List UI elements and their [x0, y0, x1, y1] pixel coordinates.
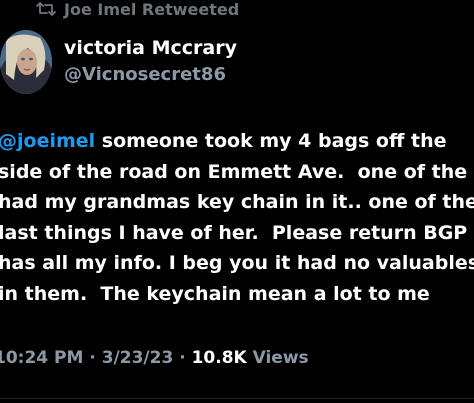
tweet-line-5: has all my info. I beg you it had no val…: [0, 252, 474, 274]
avatar[interactable]: [0, 30, 52, 94]
retweet-header[interactable]: Joe Imel Retweeted: [36, 0, 239, 21]
retweet-icon: [36, 0, 56, 18]
views-count[interactable]: 10.8K: [192, 348, 247, 368]
tweet-line-2: side of the road on Emmett Ave. one of t…: [0, 160, 468, 183]
author-info[interactable]: victoria Mccrary @Vicnosecret86: [64, 37, 237, 86]
author-handle[interactable]: @Vicnosecret86: [64, 64, 237, 86]
meta-separator: ·: [173, 348, 192, 368]
tweet-time[interactable]: 10:24 PM: [0, 348, 83, 368]
tweet-text: @joeimel someone took my 4 bags off the …: [0, 126, 474, 309]
author-display-name[interactable]: victoria Mccrary: [64, 37, 237, 59]
divider: [0, 398, 474, 399]
tweet-line-3: had my grandmas key chain in it.. one of…: [0, 191, 474, 213]
retweet-label: Joe Imel Retweeted: [64, 0, 240, 19]
tweet-date[interactable]: 3/23/23: [102, 348, 174, 368]
tweet-line-1: someone took my 4 bags off the: [95, 130, 447, 152]
meta-separator: ·: [83, 348, 102, 368]
views-label: Views: [246, 348, 309, 368]
mention-link[interactable]: @joeimel: [0, 130, 95, 152]
tweet-line-4: last things I have of her. Please return…: [0, 221, 468, 244]
tweet-line-6: in them. The keychain mean a lot to me: [0, 282, 430, 305]
tweet-meta: 10:24 PM · 3/23/23 · 10.8K Views: [0, 348, 309, 368]
